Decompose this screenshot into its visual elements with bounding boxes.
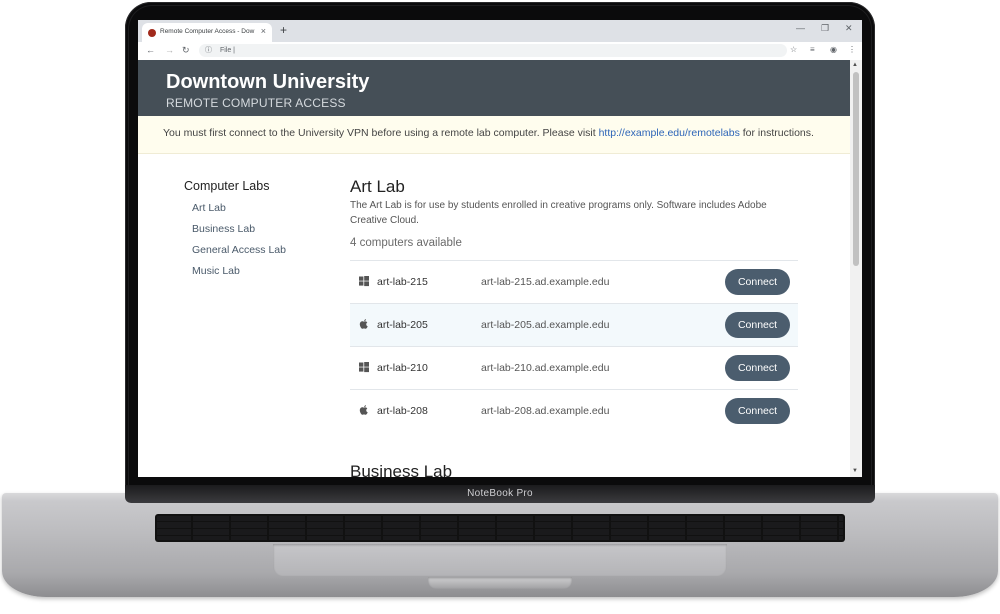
connect-button[interactable]: Connect xyxy=(725,312,790,338)
reading-list-icon[interactable]: ≡ xyxy=(810,45,815,54)
connect-button[interactable]: Connect xyxy=(725,269,790,295)
sidebar-item-business-lab[interactable]: Business Lab xyxy=(192,223,255,235)
remotelabs-link[interactable]: http://example.edu/remotelabs xyxy=(599,127,740,139)
site-header: Downtown University REMOTE COMPUTER ACCE… xyxy=(138,60,850,116)
back-icon[interactable]: ← xyxy=(146,45,155,55)
profile-avatar-icon[interactable]: ◉ xyxy=(830,45,837,54)
tab-close-icon[interactable]: × xyxy=(261,26,266,36)
laptop-brand-label: NoteBook Pro xyxy=(467,488,533,499)
computer-row: art-lab-210 art-lab-210.ad.example.edu C… xyxy=(350,346,798,390)
favicon-icon xyxy=(148,29,156,37)
computer-hostname: art-lab-205.ad.example.edu xyxy=(481,319,610,331)
window-close-icon[interactable]: ✕ xyxy=(845,23,853,34)
browser-tab[interactable]: Remote Computer Access - Dow × xyxy=(142,23,272,42)
info-icon: ⓘ xyxy=(205,47,212,54)
connect-button[interactable]: Connect xyxy=(725,398,790,424)
page-viewport: Downtown University REMOTE COMPUTER ACCE… xyxy=(138,60,850,477)
computer-name: art-lab-215 xyxy=(377,276,428,288)
computer-name: art-lab-208 xyxy=(377,405,428,417)
sidebar-heading: Computer Labs xyxy=(184,179,270,193)
lab-description: The Art Lab is for use by students enrol… xyxy=(350,200,767,226)
scrollbar-thumb[interactable] xyxy=(853,72,859,266)
apple-icon xyxy=(359,319,368,329)
sidebar-item-general-access-lab[interactable]: General Access Lab xyxy=(192,244,286,256)
maximize-icon[interactable]: ❐ xyxy=(821,23,829,34)
browser-tab-bar: Remote Computer Access - Dow × + — ❐ ✕ xyxy=(138,20,862,42)
lab-title: Art Lab xyxy=(350,177,405,196)
address-bar[interactable]: ⓘ File | xyxy=(199,44,787,57)
scroll-down-icon[interactable]: ▼ xyxy=(852,468,858,474)
laptop-keyboard xyxy=(155,514,845,542)
page-scrollbar[interactable]: ▲ ▼ xyxy=(850,60,862,477)
computer-hostname: art-lab-210.ad.example.edu xyxy=(481,362,610,374)
browser-tab-title: Remote Computer Access - Dow xyxy=(160,28,255,35)
site-subtitle: REMOTE COMPUTER ACCESS xyxy=(166,96,346,110)
notice-text-before: You must first connect to the University… xyxy=(163,127,599,139)
new-tab-button[interactable]: + xyxy=(280,23,287,37)
windows-icon xyxy=(359,276,369,287)
computer-row: art-lab-215 art-lab-215.ad.example.edu C… xyxy=(350,260,798,304)
forward-icon[interactable]: → xyxy=(165,45,174,55)
vpn-notice: You must first connect to the University… xyxy=(138,116,850,154)
connect-button[interactable]: Connect xyxy=(725,355,790,381)
scroll-up-icon[interactable]: ▲ xyxy=(852,62,858,68)
address-text: File | xyxy=(219,47,235,54)
notice-text-after: for instructions. xyxy=(739,127,814,139)
availability-count: 4 computers available xyxy=(350,237,462,249)
sidebar-item-art-lab[interactable]: Art Lab xyxy=(192,202,226,214)
browser-toolbar: ← → ↻ ⓘ File | ☆ ≡ ◉ ⋮ xyxy=(138,42,862,61)
laptop-trackpad xyxy=(273,544,727,576)
windows-icon xyxy=(359,362,369,373)
computer-name: art-lab-210 xyxy=(377,362,428,374)
computer-name: art-lab-205 xyxy=(377,319,428,331)
laptop-lid-notch xyxy=(428,577,572,589)
computer-hostname: art-lab-215.ad.example.edu xyxy=(481,276,610,288)
site-title: Downtown University xyxy=(166,71,370,93)
laptop-screen: Remote Computer Access - Dow × + — ❐ ✕ ←… xyxy=(138,20,862,477)
computer-row: art-lab-205 art-lab-205.ad.example.edu C… xyxy=(350,303,798,347)
minimize-icon[interactable]: — xyxy=(796,23,805,33)
reload-icon[interactable]: ↻ xyxy=(182,45,190,56)
business-lab-title: Business Lab xyxy=(350,462,453,477)
apple-icon xyxy=(359,405,368,415)
bookmark-star-icon[interactable]: ☆ xyxy=(790,45,797,54)
computer-row: art-lab-208 art-lab-208.ad.example.edu C… xyxy=(350,389,798,433)
sidebar-item-music-lab[interactable]: Music Lab xyxy=(192,265,240,277)
menu-kebab-icon[interactable]: ⋮ xyxy=(848,45,856,54)
computer-hostname: art-lab-208.ad.example.edu xyxy=(481,405,610,417)
